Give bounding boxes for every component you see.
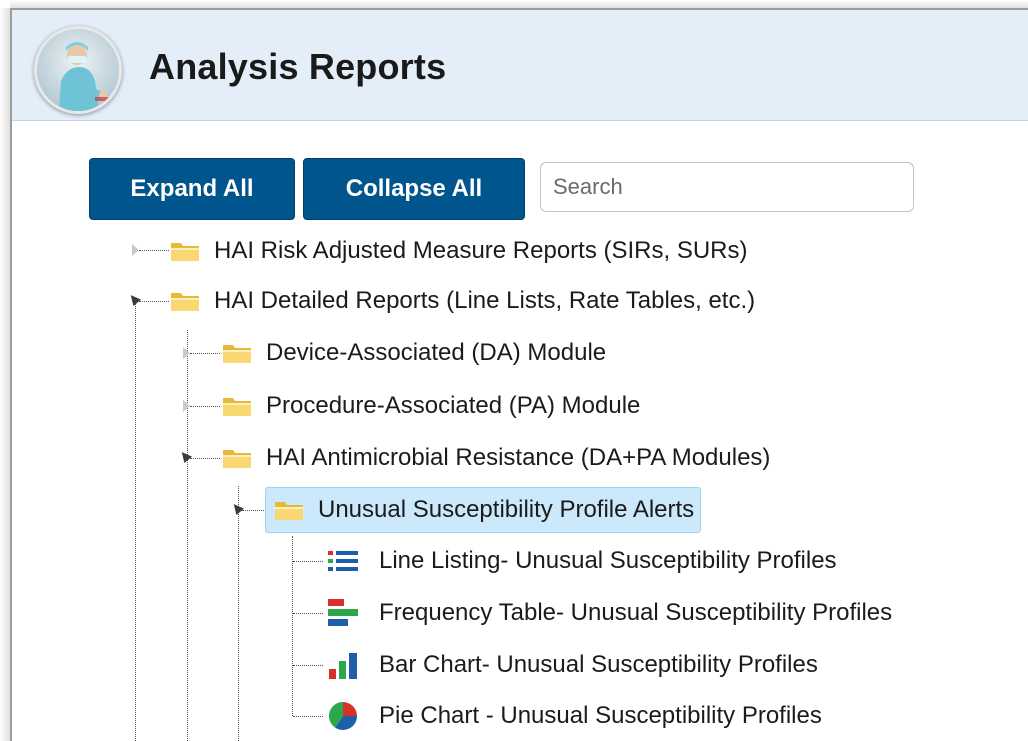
tree-item-label: Unusual Susceptibility Profile Alerts — [318, 496, 695, 523]
tree-item-label: Frequency Table- Unusual Susceptibility … — [379, 599, 893, 626]
expand-toggle-icon[interactable] — [132, 244, 139, 256]
collapse-toggle-icon[interactable] — [126, 291, 142, 307]
folder-icon — [275, 502, 303, 520]
pie-chart-icon — [328, 702, 357, 731]
tree-item-label: Line Listing- Unusual Susceptibility Pro… — [379, 547, 837, 574]
tree-item-label: Bar Chart- Unusual Susceptibility Profil… — [379, 651, 818, 678]
tree-item-pie-chart-report[interactable]: Pie Chart - Unusual Susceptibility Profi… — [327, 696, 822, 736]
page-title: Analysis Reports — [149, 46, 447, 87]
folder-icon — [171, 243, 199, 261]
tree-item-hai-risk-adjusted[interactable]: HAI Risk Adjusted Measure Reports (SIRs,… — [170, 231, 748, 271]
window-shadow-left — [0, 8, 10, 741]
expand-toggle-icon[interactable] — [183, 347, 190, 359]
tree-item-hai-antimicrobial-resistance[interactable]: HAI Antimicrobial Resistance (DA+PA Modu… — [222, 438, 770, 478]
tree-connector-line — [190, 406, 220, 407]
frequency-table-icon — [328, 599, 358, 626]
tree-connector-line — [187, 330, 188, 741]
tree-item-label: Pie Chart - Unusual Susceptibility Profi… — [379, 702, 822, 729]
tree-item-hai-detailed-reports[interactable]: HAI Detailed Reports (Line Lists, Rate T… — [170, 281, 755, 321]
tree-item-bar-chart-report[interactable]: Bar Chart- Unusual Susceptibility Profil… — [327, 645, 818, 685]
tree-connector-line — [135, 300, 136, 741]
tree-connector-line — [293, 613, 323, 614]
tree-connector-line — [293, 716, 323, 717]
collapse-toggle-icon[interactable] — [177, 448, 193, 464]
tree-item-label: HAI Risk Adjusted Measure Reports (SIRs,… — [214, 237, 748, 264]
tree-connector-line — [139, 301, 169, 302]
line-listing-icon — [328, 551, 358, 571]
folder-icon — [171, 293, 199, 311]
tree-item-label: HAI Detailed Reports (Line Lists, Rate T… — [214, 287, 756, 314]
tree-connector-line — [292, 536, 293, 716]
tree-connector-line — [139, 250, 169, 251]
bar-chart-icon — [329, 653, 357, 679]
search-input[interactable] — [540, 162, 914, 212]
tree-item-device-associated[interactable]: Device-Associated (DA) Module — [222, 333, 606, 373]
tree-item-frequency-table-report[interactable]: Frequency Table- Unusual Susceptibility … — [327, 593, 892, 633]
analysis-reports-panel: Analysis Reports Expand All Collapse All… — [10, 8, 1028, 741]
tree-connector-line — [190, 458, 220, 459]
page-header: Analysis Reports — [12, 10, 1028, 121]
tree-item-line-listing-report[interactable]: Line Listing- Unusual Susceptibility Pro… — [327, 541, 837, 581]
folder-icon — [223, 345, 251, 363]
tree-item-label: Procedure-Associated (PA) Module — [266, 392, 641, 419]
expand-toggle-icon[interactable] — [183, 400, 190, 412]
collapse-toggle-icon[interactable] — [229, 500, 245, 516]
tree-connector-line — [190, 353, 220, 354]
folder-icon — [223, 450, 251, 468]
window-shadow-top — [10, 0, 1028, 8]
tree-item-procedure-associated[interactable]: Procedure-Associated (PA) Module — [222, 386, 640, 426]
tree-connector-line — [293, 665, 323, 666]
expand-all-button[interactable]: Expand All — [89, 158, 295, 220]
tree-item-label: Device-Associated (DA) Module — [266, 339, 607, 366]
folder-icon — [223, 398, 251, 416]
tree-item-label: HAI Antimicrobial Resistance (DA+PA Modu… — [266, 444, 771, 471]
clinician-avatar — [34, 26, 122, 114]
collapse-all-button[interactable]: Collapse All — [303, 158, 525, 220]
tree-connector-line — [293, 561, 323, 562]
tree-connector-line — [238, 486, 239, 741]
tree-item-unusual-susceptibility-alerts[interactable]: Unusual Susceptibility Profile Alerts — [265, 487, 702, 533]
